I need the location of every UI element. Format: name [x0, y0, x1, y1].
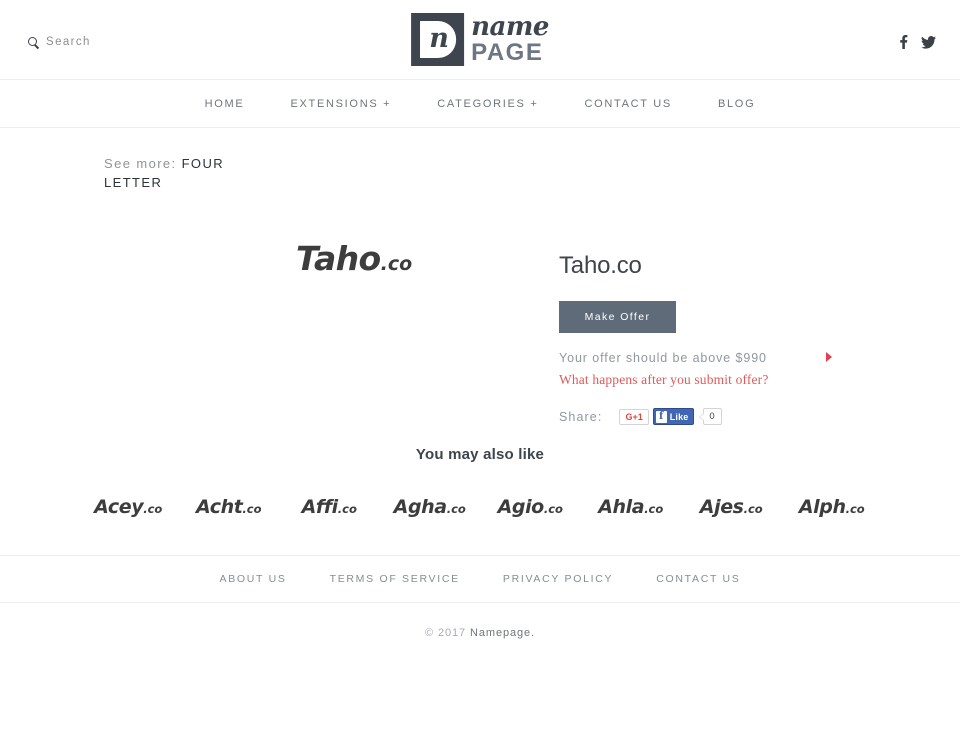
also-like-name: Affi: [301, 496, 339, 518]
copyright-year: © 2017: [425, 627, 467, 639]
nav-item-contact-us[interactable]: CONTACT US: [584, 98, 672, 110]
search-button[interactable]: Search: [28, 36, 91, 48]
also-like-name: Acey: [94, 496, 144, 518]
also-like-tld: .co: [143, 502, 163, 516]
offer-minimum-note: Your offer should be above $990: [559, 349, 832, 368]
also-like-tld: .co: [743, 502, 763, 516]
listing-detail-panel: Taho.co Make Offer Your offer should be …: [559, 252, 889, 425]
also-like-item-6[interactable]: Ahla.co: [581, 496, 682, 518]
share-buttons: G+1 f Like 0: [619, 408, 722, 425]
footer-link-contact-us[interactable]: CONTACT US: [656, 573, 740, 585]
nav-item-categories[interactable]: CATEGORIES +: [437, 98, 538, 110]
also-like-tld: .co: [446, 502, 466, 516]
logo-page-text: PAGE: [471, 39, 544, 66]
also-like-tld: .co: [845, 502, 865, 516]
also-like-item-2[interactable]: Acht.co: [179, 496, 280, 518]
twitter-icon[interactable]: [921, 35, 936, 49]
facebook-icon: f: [655, 410, 667, 423]
also-like-item-7[interactable]: Ajes.co: [681, 496, 782, 518]
facebook-icon[interactable]: [899, 35, 908, 49]
site-logo[interactable]: n name PAGE: [411, 13, 549, 66]
copyright: © 2017 Namepage.: [0, 603, 960, 639]
also-like-tld: .co: [337, 502, 357, 516]
also-like-name: Agha: [393, 496, 447, 518]
nav-item-home[interactable]: HOME: [205, 98, 245, 110]
facebook-like-count: 0: [698, 408, 722, 425]
search-icon: [28, 36, 39, 48]
also-like-item-5[interactable]: Agio.co: [480, 496, 581, 518]
also-like-item-1[interactable]: Acey.co: [78, 496, 179, 518]
domain-artwork-name: Taho: [296, 239, 381, 278]
nav-item-extensions[interactable]: EXTENSIONS +: [290, 98, 391, 110]
tooltip-arrow-icon: [826, 352, 832, 362]
site-header: Search n name PAGE: [0, 0, 960, 80]
make-offer-button[interactable]: Make Offer: [559, 301, 676, 333]
offer-help-link[interactable]: What happens after you submit offer?: [559, 372, 889, 388]
also-like-item-8[interactable]: Alph.co: [782, 496, 883, 518]
domain-artwork-tld: .co: [380, 253, 413, 275]
also-like-name: Acht: [196, 496, 243, 518]
logo-mark-icon: n: [411, 13, 465, 66]
also-like-tld: .co: [644, 502, 664, 516]
also-like-tld: .co: [543, 502, 563, 516]
listing-showcase: Taho.co Taho.co Make Offer Your offer sh…: [0, 192, 960, 442]
footer-link-about-us[interactable]: ABOUT US: [219, 573, 286, 585]
share-label: Share:: [559, 409, 603, 424]
footer-link-privacy-policy[interactable]: PRIVACY POLICY: [503, 573, 613, 585]
domain-artwork: Taho.co: [296, 239, 412, 278]
also-like-name: Agio: [497, 496, 545, 518]
nav-item-blog[interactable]: BLOG: [718, 98, 755, 110]
also-like-tld: .co: [242, 502, 262, 516]
see-more-breadcrumb: See more: FOUR LETTER: [0, 154, 240, 192]
also-like-list: Acey.co Acht.co Affi.co Agha.co Agio.co …: [0, 496, 960, 518]
copyright-brand: Namepage.: [470, 627, 535, 639]
google-plus-share-button[interactable]: G+1: [619, 408, 649, 425]
also-like-item-4[interactable]: Agha.co: [380, 496, 481, 518]
also-like-name: Ajes: [699, 496, 744, 518]
social-links: [899, 35, 936, 49]
also-like-title: You may also like: [415, 446, 545, 463]
main-navigation: HOME EXTENSIONS + CATEGORIES + CONTACT U…: [0, 80, 960, 128]
logo-name-text: name: [471, 12, 549, 42]
facebook-like-label: Like: [669, 411, 689, 422]
search-label: Search: [46, 36, 91, 48]
see-more-label: See more:: [104, 156, 177, 171]
facebook-like-button[interactable]: f Like: [652, 408, 694, 425]
logo-mark-letter: n: [429, 23, 449, 54]
offer-minimum-text: Your offer should be above $990: [559, 351, 767, 365]
page-title: Taho.co: [559, 252, 642, 279]
also-like-name: Alph: [798, 496, 846, 518]
footer-navigation: ABOUT US TERMS OF SERVICE PRIVACY POLICY…: [0, 556, 960, 603]
also-like-name: Ahla: [598, 496, 645, 518]
share-row: Share: G+1 f Like 0: [559, 408, 889, 425]
footer-link-terms-of-service[interactable]: TERMS OF SERVICE: [330, 573, 460, 585]
also-like-item-3[interactable]: Affi.co: [279, 496, 380, 518]
